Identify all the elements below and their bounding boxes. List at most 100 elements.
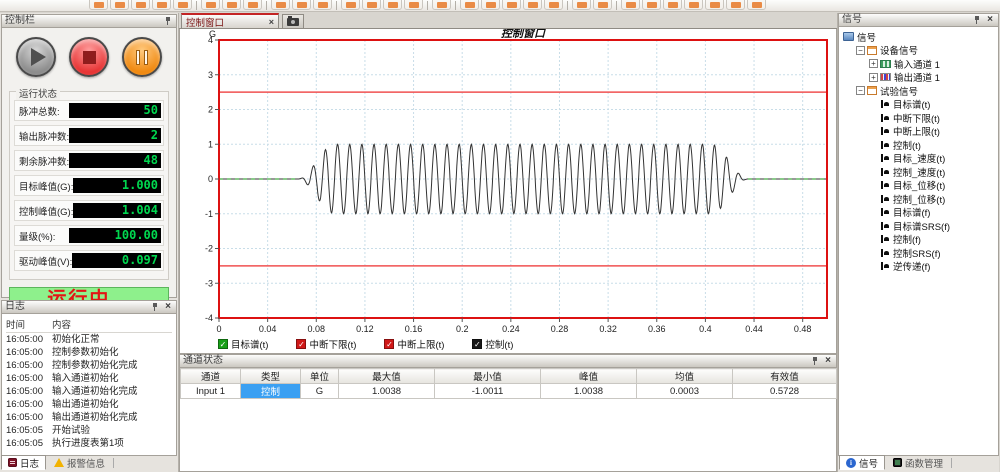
tree-item-信号[interactable]: 信号 — [841, 30, 996, 44]
tab-alarm-label: 报警信息 — [67, 456, 105, 470]
log-entry-content: 控制参数初始化 — [52, 346, 172, 359]
save-icon[interactable] — [131, 0, 150, 10]
tree-expander-icon[interactable]: − — [856, 46, 865, 55]
channel-table-cell: 1.0038 — [339, 384, 435, 399]
toolbar-separator — [266, 1, 267, 10]
open-icon[interactable] — [110, 0, 129, 10]
refresh-icon[interactable] — [726, 0, 745, 10]
window-grid-icon[interactable] — [593, 0, 612, 10]
legend-checkbox[interactable]: ✓ — [296, 339, 306, 349]
layout-vertical-icon[interactable] — [642, 0, 661, 10]
save-as-icon[interactable] — [152, 0, 171, 10]
pin-icon[interactable] — [811, 356, 820, 366]
status-field: 目标峰值(G):1.000 — [14, 175, 164, 196]
clock-view-icon[interactable] — [313, 0, 332, 10]
log-rows: 16:05:00初始化正常16:05:00控制参数初始化16:05:00控制参数… — [6, 333, 172, 450]
tree-item-输出通道 1[interactable]: +输出通道 1 — [841, 71, 996, 85]
legend-checkbox[interactable]: ✓ — [472, 339, 482, 349]
favorite-icon[interactable] — [271, 0, 290, 10]
tree-item-试验信号[interactable]: −试验信号 — [841, 84, 996, 98]
pin-icon[interactable] — [164, 16, 173, 26]
signal-l1-icon[interactable] — [341, 0, 360, 10]
tree-item-控制_位移(t)[interactable]: 控制_位移(t) — [841, 192, 996, 206]
zoom-out-icon[interactable] — [705, 0, 724, 10]
zoom-in-icon[interactable] — [684, 0, 703, 10]
tree-expander-icon[interactable]: + — [869, 73, 878, 82]
svg-text:1: 1 — [208, 139, 213, 149]
tab-signal[interactable]: i 信号 — [839, 455, 885, 470]
tree-item-目标谱(t)[interactable]: 目标谱(t) — [841, 98, 996, 112]
status-field: 剩余脉冲数:48 — [14, 150, 164, 171]
pin-icon[interactable] — [973, 15, 982, 25]
stop-button[interactable] — [69, 37, 109, 77]
tree-expander-icon[interactable]: + — [869, 59, 878, 68]
import-icon[interactable] — [173, 0, 192, 10]
tree-item-控制SRS(f)[interactable]: 控制SRS(f) — [841, 246, 996, 260]
play-button[interactable] — [16, 37, 56, 77]
tab-alarm-info[interactable]: 报警信息 — [47, 455, 112, 470]
toolbar-separator — [427, 1, 428, 10]
wave-file-icon[interactable] — [432, 0, 451, 10]
print-preview-icon[interactable] — [222, 0, 241, 10]
log-entry-content: 控制参数初始化完成 — [52, 359, 172, 372]
chart-view-1-icon[interactable] — [523, 0, 542, 10]
settings-icon[interactable] — [243, 0, 262, 10]
tree-item-目标谱SRS(f)[interactable]: 目标谱SRS(f) — [841, 219, 996, 233]
vertical-splitter[interactable] — [178, 13, 179, 472]
svg-text:0.2: 0.2 — [456, 324, 469, 334]
tree-expander-icon[interactable]: − — [856, 86, 865, 95]
vertical-splitter[interactable] — [837, 13, 838, 472]
tab-log[interactable]: 日志 — [1, 455, 46, 470]
table-view-1-icon[interactable] — [460, 0, 479, 10]
tree-item-控制_速度(t)[interactable]: 控制_速度(t) — [841, 165, 996, 179]
print-icon[interactable] — [201, 0, 220, 10]
signal-l3-icon[interactable] — [383, 0, 402, 10]
pin-icon[interactable] — [151, 302, 160, 312]
tree-item-设备信号[interactable]: −设备信号 — [841, 44, 996, 58]
new-icon[interactable] — [89, 0, 108, 10]
tree-item-中断下限(t)[interactable]: 中断下限(t) — [841, 111, 996, 125]
tree-item-输入通道 1[interactable]: +输入通道 1 — [841, 57, 996, 71]
close-icon[interactable]: × — [823, 356, 833, 366]
tree-item-控制(f)[interactable]: 控制(f) — [841, 233, 996, 247]
control-waveform — [219, 144, 826, 213]
meter-view-icon[interactable] — [292, 0, 311, 10]
tree-item-控制(t)[interactable]: 控制(t) — [841, 138, 996, 152]
tab-control-window[interactable]: 控制窗口 × — [181, 13, 279, 28]
close-view-icon[interactable] — [747, 0, 766, 10]
close-icon[interactable]: × — [985, 15, 995, 25]
connect-icon[interactable] — [404, 0, 423, 10]
tree-item-label: 控制(t) — [893, 138, 921, 152]
log-entry-content: 输出通道初始化 — [52, 398, 172, 411]
pause-button[interactable] — [122, 37, 162, 77]
signal-l2-icon[interactable] — [362, 0, 381, 10]
log-icon — [8, 458, 17, 467]
channel-status-panel: 通道状态 × 通道类型单位最大值最小值峰值均值有效值Input 1控制G1.00… — [179, 354, 837, 472]
chart-view-2-icon[interactable] — [544, 0, 563, 10]
channel-table-row[interactable]: Input 1控制G1.0038-1.00111.00380.00030.572… — [181, 384, 837, 399]
snapshot-tab[interactable] — [282, 14, 304, 28]
svg-text:-1: -1 — [205, 209, 213, 219]
tree-item-逆传递(f)[interactable]: 逆传递(f) — [841, 260, 996, 274]
close-icon[interactable]: × — [163, 302, 173, 312]
tree-item-目标_位移(t)[interactable]: 目标_位移(t) — [841, 179, 996, 193]
status-field: 脉冲总数:50 — [14, 100, 164, 121]
close-icon[interactable]: × — [269, 17, 274, 27]
tab-function-manager[interactable]: 函数管理 — [886, 455, 950, 470]
tree-item-label: 控制_速度(t) — [893, 165, 945, 179]
chart-canvas[interactable]: 43210-1-2-3-400.040.080.120.160.20.240.2… — [180, 29, 836, 335]
table-view-2-icon[interactable] — [481, 0, 500, 10]
status-field: 驱动峰值(V):0.097 — [14, 250, 164, 271]
log-entry: 16:05:05执行进度表第1项 — [6, 437, 172, 450]
log-entry-time: 16:05:05 — [6, 437, 52, 450]
legend-checkbox[interactable]: ✓ — [218, 339, 228, 349]
tree-item-中断上限(t)[interactable]: 中断上限(t) — [841, 125, 996, 139]
layout-horizontal-icon[interactable] — [621, 0, 640, 10]
tree-item-目标_速度(t)[interactable]: 目标_速度(t) — [841, 152, 996, 166]
table-view-3-icon[interactable] — [502, 0, 521, 10]
wave-icon — [880, 194, 890, 204]
layout-float-icon[interactable] — [663, 0, 682, 10]
window-tile-icon[interactable] — [572, 0, 591, 10]
tree-item-目标谱(f)[interactable]: 目标谱(f) — [841, 206, 996, 220]
legend-checkbox[interactable]: ✓ — [384, 339, 394, 349]
